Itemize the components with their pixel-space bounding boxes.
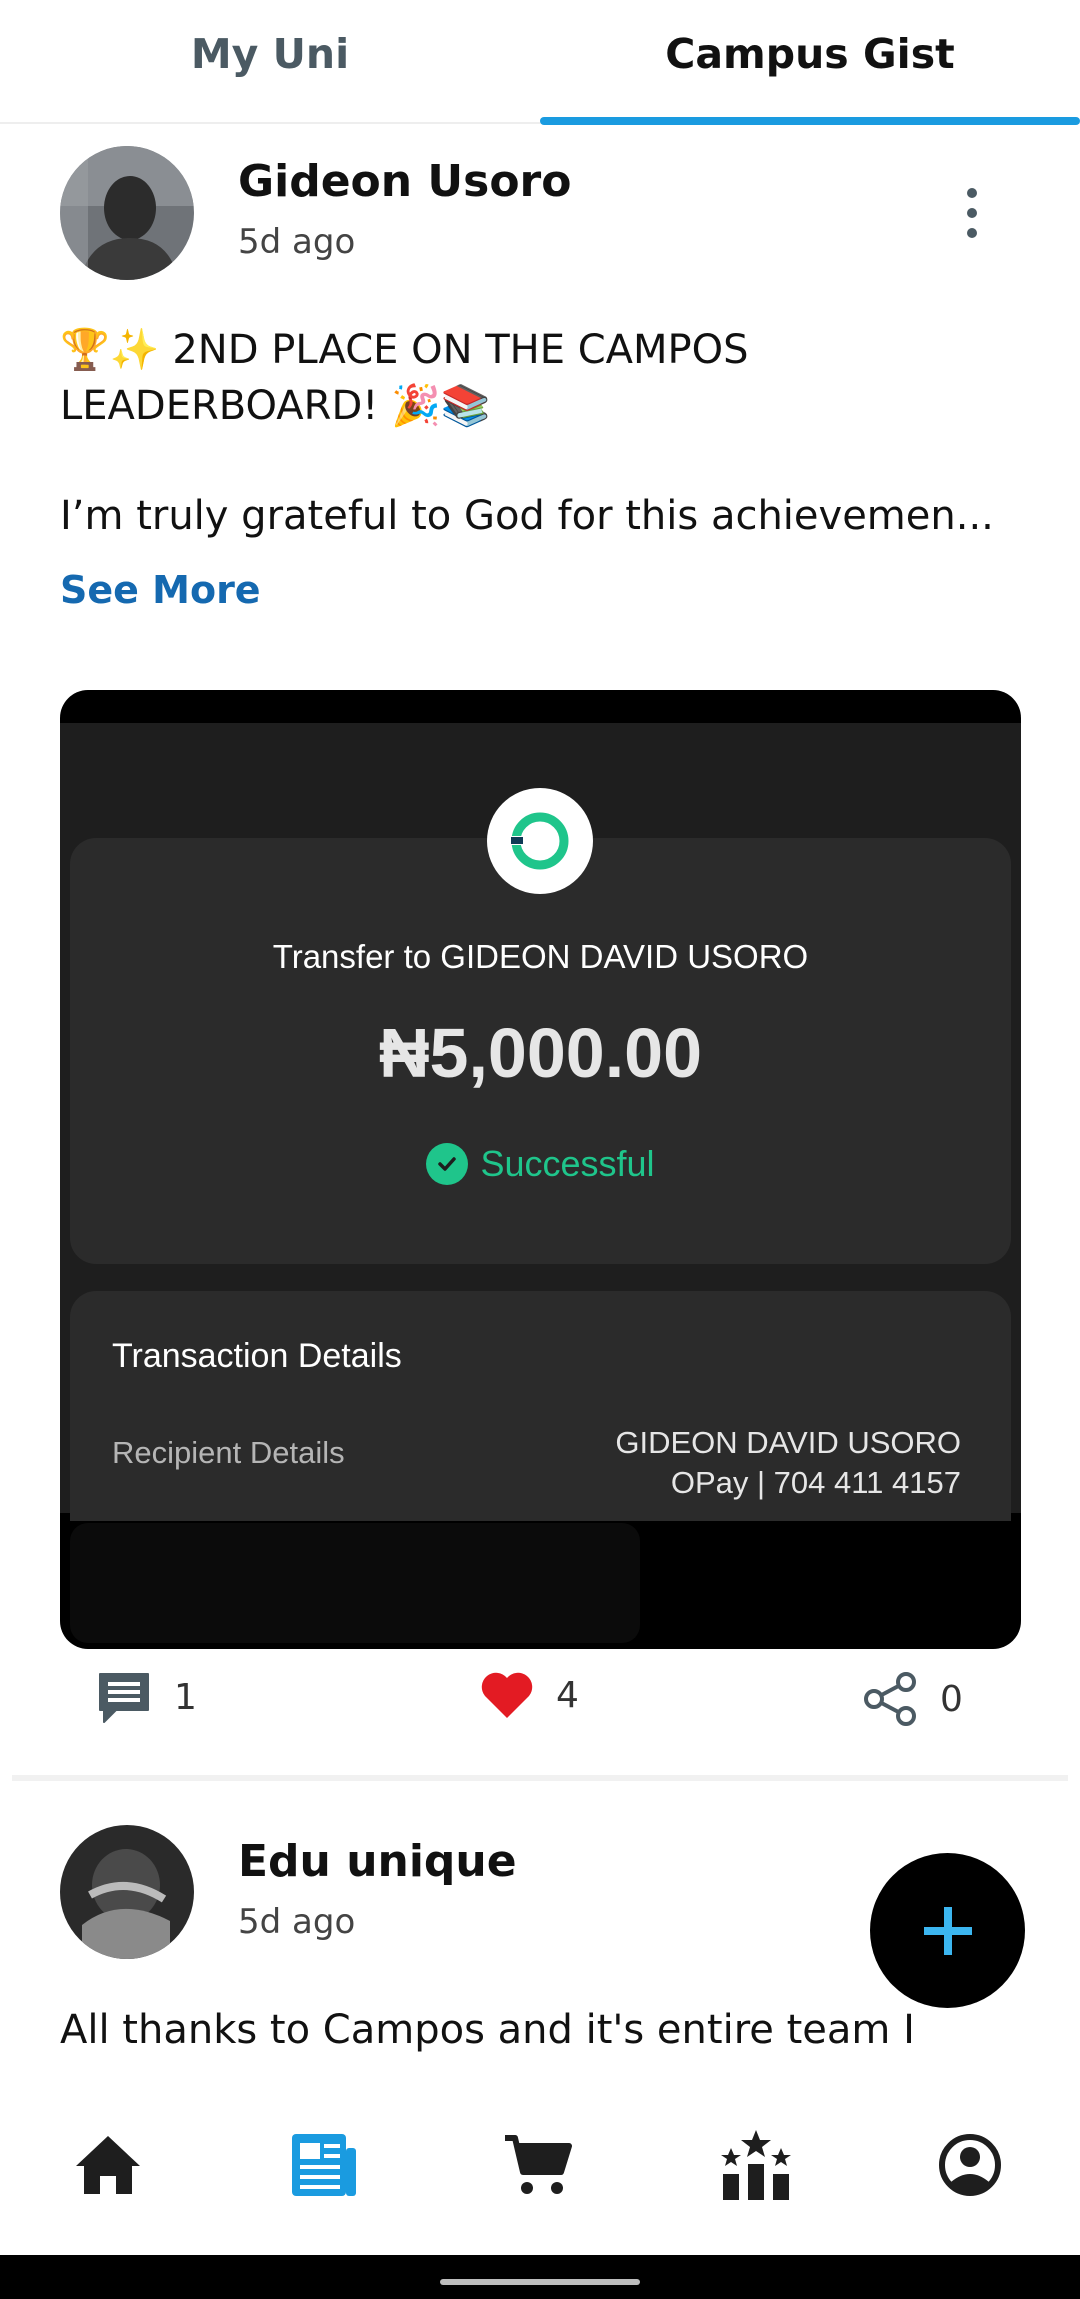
- more-options-icon[interactable]: [952, 178, 992, 248]
- post-text-line: LEADERBOARD! 🎉📚: [60, 383, 491, 429]
- post-actions: 1 4 0: [0, 1670, 1080, 1740]
- tab-label: My Uni: [190, 30, 350, 78]
- comment-button[interactable]: 1: [96, 1670, 197, 1724]
- heart-icon: [481, 1672, 533, 1718]
- status-text: Successful: [480, 1143, 655, 1184]
- receipt-amount: ₦5,000.00: [378, 1014, 703, 1092]
- share-count: 0: [940, 1678, 963, 1720]
- like-count: 4: [556, 1674, 579, 1716]
- cart-icon: [505, 2135, 572, 2194]
- post-text-line: All thanks to Campos and it's entire tea…: [60, 2007, 915, 2053]
- newspaper-icon: [292, 2134, 356, 2196]
- recipient-label: Recipient Details: [112, 1435, 345, 1470]
- post-author[interactable]: Edu unique: [238, 1836, 517, 1887]
- avatar[interactable]: [60, 1825, 194, 1959]
- post-text-line: I’m truly grateful to God for this achie…: [60, 493, 994, 539]
- top-tab-bar: My Uni Campus Gist: [0, 0, 1080, 125]
- post-timestamp: 5d ago: [238, 1902, 356, 1942]
- post-image[interactable]: Transfer to GIDEON DAVID USORO ₦5,000.00…: [60, 690, 1021, 1649]
- receipt-faded-overlay: [70, 1523, 640, 1643]
- nav-leaderboard[interactable]: [716, 2125, 796, 2205]
- home-icon: [76, 2136, 140, 2194]
- recipient-account: OPay | 704 411 4157: [670, 1465, 961, 1500]
- tab-label: Campus Gist: [665, 30, 955, 78]
- avatar[interactable]: [60, 146, 194, 280]
- home-gesture-pill[interactable]: [440, 2279, 640, 2285]
- nav-home[interactable]: [68, 2125, 148, 2205]
- recipient-info: GIDEON DAVID USORO OPay | 704 411 4157: [615, 1423, 961, 1503]
- system-navigation-bar: [0, 2255, 1080, 2299]
- post-author[interactable]: Gideon Usoro: [238, 156, 571, 207]
- receipt-status: Successful: [60, 1143, 1021, 1185]
- leaderboard-icon: [721, 2130, 791, 2200]
- receipt-background: Transfer to GIDEON DAVID USORO ₦5,000.00…: [60, 723, 1021, 1521]
- post-text-line: 🏆✨ 2ND PLACE ON THE CAMPOS: [60, 327, 749, 373]
- receipt-title: Transfer to GIDEON DAVID USORO: [272, 938, 809, 975]
- account-icon: [939, 2134, 1001, 2196]
- plus-icon: [923, 1906, 972, 1955]
- nav-profile[interactable]: [930, 2125, 1010, 2205]
- active-tab-indicator: [540, 117, 1080, 125]
- comment-icon: [99, 1673, 149, 1723]
- check-circle-icon: [426, 1143, 469, 1185]
- post-timestamp: 5d ago: [238, 222, 356, 262]
- tab-campus-gist[interactable]: Campus Gist: [540, 0, 1080, 125]
- create-post-button[interactable]: [870, 1853, 1025, 2008]
- opay-logo-icon: [487, 788, 593, 894]
- nav-shop[interactable]: [498, 2125, 578, 2205]
- details-title: Transaction Details: [112, 1337, 402, 1375]
- see-more-link[interactable]: See More: [60, 568, 261, 612]
- nav-gist[interactable]: [284, 2125, 364, 2205]
- share-icon: [864, 1672, 916, 1726]
- share-button[interactable]: 0: [862, 1670, 963, 1728]
- recipient-name: GIDEON DAVID USORO: [615, 1425, 961, 1460]
- comment-count: 1: [174, 1676, 197, 1718]
- like-button[interactable]: 4: [480, 1670, 579, 1720]
- bottom-nav: [0, 2085, 1080, 2255]
- post-divider: [12, 1775, 1068, 1781]
- tab-my-uni[interactable]: My Uni: [0, 0, 540, 122]
